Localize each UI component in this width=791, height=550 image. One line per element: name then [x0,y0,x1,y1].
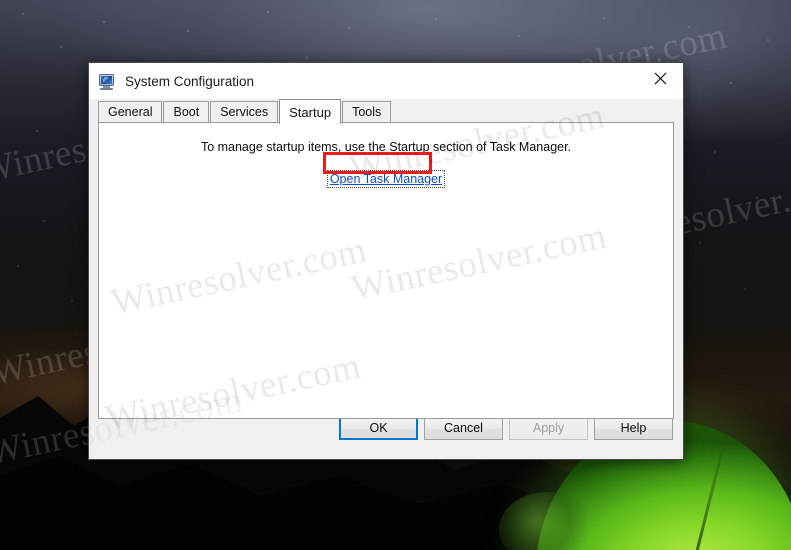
tab-tools[interactable]: Tools [342,101,392,122]
system-configuration-icon [98,73,116,90]
tab-boot[interactable]: Boot [163,101,210,122]
close-icon[interactable] [637,63,683,93]
startup-instruction-text: To manage startup items, use the Startup… [200,140,572,154]
tab-services[interactable]: Services [210,101,279,122]
tab-label: General [108,105,153,119]
tab-label: Services [220,105,269,119]
cancel-button[interactable]: Cancel [424,416,503,440]
dialog-titlebar[interactable]: System Configuration [89,63,683,99]
tab-label: Boot [173,105,200,119]
dialog-title: System Configuration [125,73,255,89]
open-task-manager-link[interactable]: Open Task Manager [326,170,446,188]
system-configuration-dialog: System Configuration General Boot Servic… [88,62,684,460]
button-label: Cancel [444,421,483,435]
button-label: OK [369,421,388,435]
tab-label: Startup [289,104,332,120]
startup-tab-panel: To manage startup items, use the Startup… [98,122,674,419]
screen: Winresolver.com Winresolver.com Winresol… [0,0,791,550]
button-label: Help [620,421,647,435]
open-task-manager-row: Open Task Manager [99,170,673,188]
apply-button: Apply [509,416,588,440]
help-button[interactable]: Help [594,416,673,440]
button-label: Apply [532,421,565,435]
tab-startup[interactable]: Startup [279,99,342,124]
tabstrip: General Boot Services Startup Tools [98,99,683,124]
ok-button[interactable]: OK [339,416,418,440]
tab-general[interactable]: General [98,101,163,122]
tab-label: Tools [352,105,382,119]
